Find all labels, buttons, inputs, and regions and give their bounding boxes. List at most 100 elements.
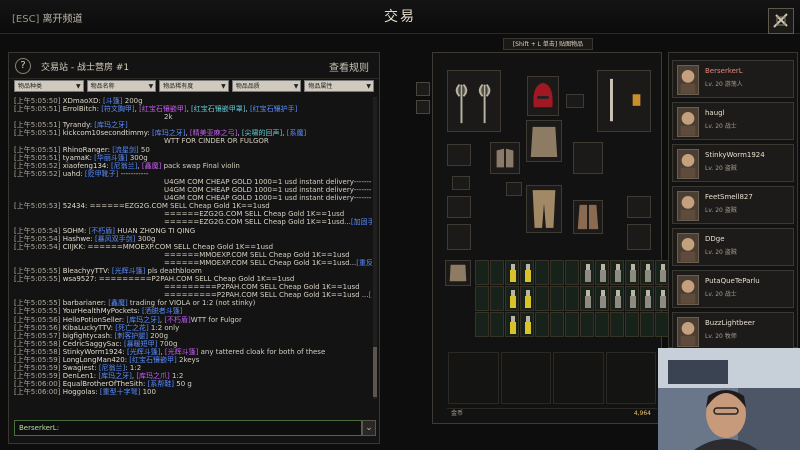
- item-link[interactable]: [重型十字弩]: [100, 388, 140, 396]
- chat-username[interactable]: BleachyyTTV:: [63, 267, 110, 275]
- party-member-card[interactable]: BerserkerL Lv. 20 游荡人: [672, 60, 794, 98]
- item-link[interactable]: [贬甲靴子]: [85, 170, 118, 178]
- item-link[interactable]: [洒脱者斗篷]: [142, 307, 182, 315]
- slot-primary-weapons[interactable]: [447, 70, 501, 132]
- inventory-cell[interactable]: [580, 312, 594, 337]
- inventory-cell[interactable]: [580, 286, 594, 311]
- inventory-cell[interactable]: [505, 312, 519, 337]
- storage-box[interactable]: [500, 352, 551, 404]
- slot-legs[interactable]: [526, 185, 562, 233]
- inventory-cell[interactable]: [625, 312, 639, 337]
- inventory-cell[interactable]: [475, 312, 489, 337]
- party-member-card[interactable]: haugl Lv. 20 战士: [672, 102, 794, 140]
- inventory-cell[interactable]: [505, 286, 519, 311]
- inventory-cell[interactable]: [490, 312, 504, 337]
- inventory-cell[interactable]: [520, 312, 534, 337]
- chat-username[interactable]: Hashwe:: [63, 235, 93, 243]
- item-link[interactable]: [坚固的靴子]: [369, 291, 372, 299]
- filter-item-name[interactable]: 物品名称 ▼: [86, 80, 157, 92]
- item-link[interactable]: [精美亚麻之弓]: [190, 129, 237, 137]
- chat-username[interactable]: KibaLuckyTTV:: [63, 324, 113, 332]
- item-link[interactable]: [光辉斗篷]: [127, 348, 160, 356]
- storage-box[interactable]: [605, 352, 656, 404]
- inventory-cell[interactable]: [580, 260, 594, 285]
- inventory-cell[interactable]: [535, 286, 549, 311]
- inventory-cell[interactable]: [520, 286, 534, 311]
- chat-username[interactable]: SOHM:: [63, 227, 87, 235]
- inventory-cell[interactable]: [655, 260, 669, 285]
- item-link[interactable]: [死亡之花]: [115, 324, 148, 332]
- item-link[interactable]: [库玛之牙]: [126, 316, 159, 324]
- inventory-item-large[interactable]: [445, 260, 471, 286]
- chat-username[interactable]: barbarianer:: [63, 299, 106, 307]
- slot-chest[interactable]: [526, 120, 562, 162]
- slot-ring-1[interactable]: [452, 176, 470, 190]
- party-member-card[interactable]: PutaQueTeParlu Lv. 20 战士: [672, 270, 794, 308]
- chat-username[interactable]: HelloPotionSeller:: [63, 316, 124, 324]
- item-link[interactable]: [重反护腿]: [356, 259, 372, 267]
- slot-utility-4[interactable]: [627, 224, 651, 250]
- item-link[interactable]: [红宝石镶护手]: [250, 105, 297, 113]
- inventory-cell[interactable]: [610, 286, 624, 311]
- inventory-cell[interactable]: [535, 260, 549, 285]
- item-link[interactable]: [符文胸甲]: [101, 105, 134, 113]
- inventory-cell[interactable]: [610, 260, 624, 285]
- item-link[interactable]: [尖啸的回声]: [242, 129, 282, 137]
- chat-username[interactable]: xiaofeng134:: [63, 162, 109, 170]
- item-link[interactable]: [库玛之牙]: [98, 372, 131, 380]
- item-link[interactable]: [斗篷]: [103, 97, 122, 105]
- chat-username[interactable]: kickcom10secondtimmy:: [63, 129, 150, 137]
- item-link[interactable]: [库玛之牙]: [152, 129, 185, 137]
- chat-username[interactable]: LongLongMan420:: [63, 356, 127, 364]
- inventory-cell[interactable]: [550, 312, 564, 337]
- inventory-cell[interactable]: [475, 286, 489, 311]
- item-link[interactable]: [暴风双手剑]: [95, 235, 135, 243]
- inventory-cell[interactable]: [565, 260, 579, 285]
- slot-gloves[interactable]: [490, 142, 520, 174]
- item-link[interactable]: [光辉斗篷]: [112, 267, 145, 275]
- item-link[interactable]: [刺客护腿]: [115, 332, 148, 340]
- chat-username[interactable]: EqualBrotherOfTheSith:: [63, 380, 146, 388]
- storage-box[interactable]: [448, 352, 499, 404]
- inventory-cell[interactable]: [640, 312, 654, 337]
- chat-username[interactable]: Swagiest:: [63, 364, 97, 372]
- item-link[interactable]: [暴暖短甲]: [124, 340, 157, 348]
- party-member-card[interactable]: DDge Lv. 20 盗贼: [672, 228, 794, 266]
- tab-equipment[interactable]: [416, 82, 430, 96]
- chat-scrollbar[interactable]: [373, 97, 377, 399]
- item-link[interactable]: [流星剑]: [112, 146, 138, 154]
- item-link[interactable]: [库玛之爪]: [136, 372, 169, 380]
- slot-necklace[interactable]: [566, 94, 584, 108]
- inventory-cell[interactable]: [490, 286, 504, 311]
- item-link[interactable]: [加固手套]: [351, 218, 372, 226]
- item-link[interactable]: [尼翁兰]: [111, 162, 137, 170]
- chat-username[interactable]: StinkyWorm1924:: [63, 348, 125, 356]
- chat-username[interactable]: 52434:: [63, 202, 88, 210]
- filter-item-quality[interactable]: 物品品质 ▼: [231, 80, 302, 92]
- chat-username[interactable]: CedricSaggySac:: [63, 340, 122, 348]
- item-link[interactable]: [不朽盾]: [164, 316, 190, 324]
- slot-utility-1[interactable]: [447, 196, 471, 218]
- inventory-cell[interactable]: [550, 260, 564, 285]
- inventory-cell[interactable]: [505, 260, 519, 285]
- filter-item-type[interactable]: 物品种类 ▼: [14, 80, 84, 92]
- chat-input[interactable]: BerserkerL:: [14, 420, 362, 436]
- item-link[interactable]: [华丽斗篷]: [94, 154, 127, 162]
- inventory-cell[interactable]: [475, 260, 489, 285]
- slot-back[interactable]: [573, 142, 603, 174]
- inventory-cell[interactable]: [565, 286, 579, 311]
- party-member-card[interactable]: BuzzLightbeer Lv. 20 牧师: [672, 312, 794, 350]
- slot-utility-2[interactable]: [447, 224, 471, 250]
- inventory-cell[interactable]: [610, 312, 624, 337]
- slot-secondary-weapons[interactable]: [597, 70, 651, 132]
- inventory-cell[interactable]: [550, 286, 564, 311]
- filter-item-rarity[interactable]: 物品稀有度 ▼: [159, 80, 229, 92]
- chat-username[interactable]: bigfightycash:: [63, 332, 113, 340]
- help-icon[interactable]: ?: [15, 58, 31, 74]
- inventory-corner-icon[interactable]: [768, 8, 794, 34]
- inventory-cell[interactable]: [595, 286, 609, 311]
- tab-stash[interactable]: [416, 100, 430, 114]
- inventory-cell[interactable]: [595, 312, 609, 337]
- chat-scrollbar-thumb[interactable]: [373, 347, 377, 397]
- inventory-cell[interactable]: [655, 286, 669, 311]
